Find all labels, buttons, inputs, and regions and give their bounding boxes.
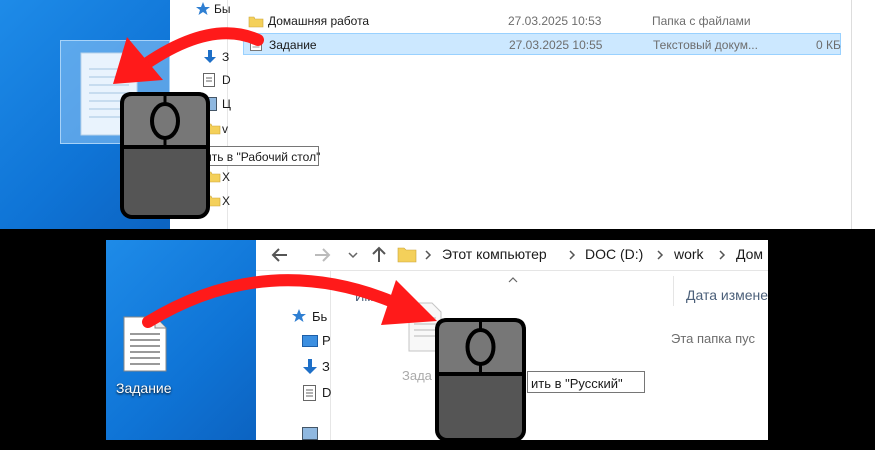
bottom-panel: Задание Этот компьютер DOC (D:) work Дом… (106, 240, 768, 440)
top-panel: Бы З D Ц v Х Х Домашняя работа 27.03.202… (0, 0, 875, 229)
mouse-icon (120, 92, 210, 219)
mouse-icon (435, 318, 526, 440)
